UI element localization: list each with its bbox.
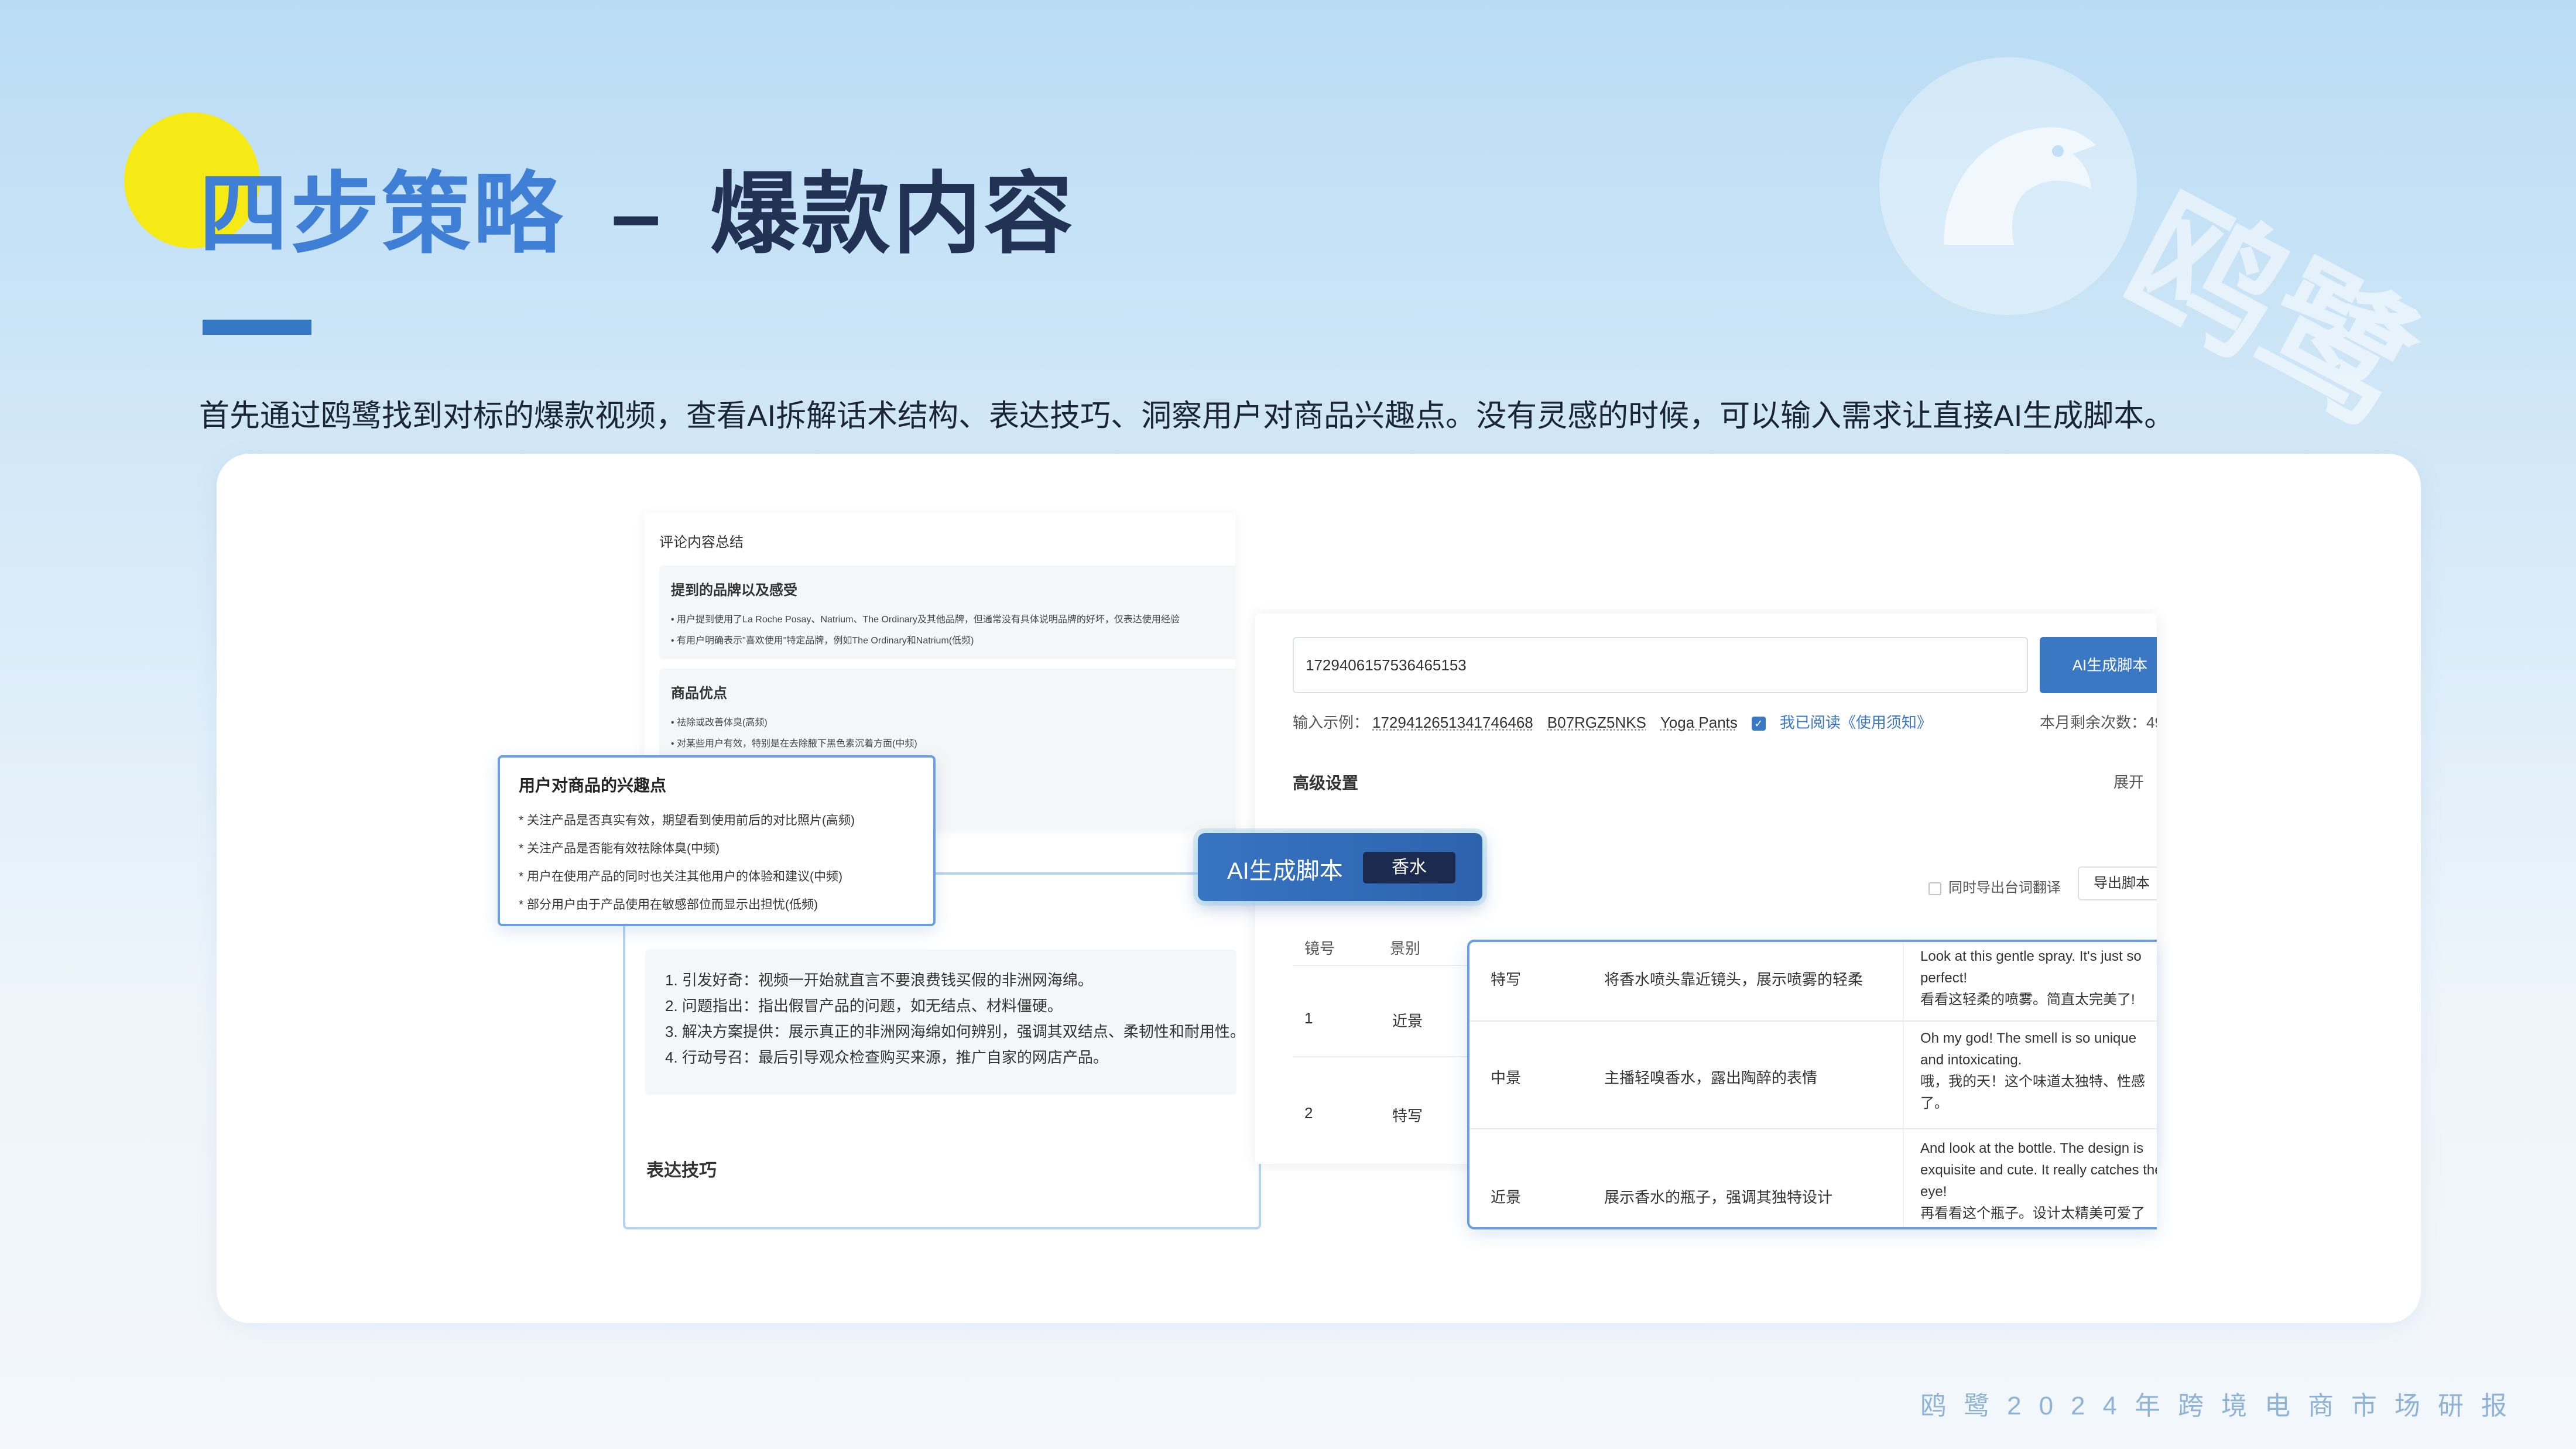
script-steps-box: 1. 引发好奇：视频一开始就直言不要浪费钱买假的非洲网海绵。 2. 问题指出：指… <box>645 950 1245 1095</box>
script-line: 看看这轻柔的喷雾。简直太完美了! <box>1920 992 2135 1008</box>
script-step: 2. 问题指出：指出假冒产品的问题，如无结点、材料僵硬。 <box>665 997 1063 1015</box>
script-cell: Oh my god! The smell is so unique and in… <box>1920 1027 2157 1114</box>
video-id-input[interactable] <box>1293 637 2028 693</box>
agree-checkbox[interactable]: ✓ <box>1751 717 1766 731</box>
row-shot-size: 近景 <box>1392 1012 1423 1030</box>
advanced-settings-label: 高级设置 <box>1293 774 1359 792</box>
script-cell: Look at this gentle spray. It's just so … <box>1920 946 2157 1010</box>
advantage-line: • 祛除或改善体臭(高频) <box>671 718 768 728</box>
script-line: Oh my god! The smell is so unique <box>1920 1030 2137 1046</box>
title-part2: 爆款内容 <box>710 165 1075 264</box>
column-header-shot-no: 镜号 <box>1304 940 1335 957</box>
interest-line: * 部分用户由于产品使用在敏感部位而显示出担忧(低频) <box>519 898 818 912</box>
remaining-count: 本月剩余次数：49 <box>2040 714 2157 731</box>
table-row: 近景 展示香水的瓶子，强调其独特设计 And look at the bottl… <box>1469 1129 2157 1227</box>
advantages-title: 商品优点 <box>671 686 727 701</box>
script-line: 哦，我的天！这个味道太独特、性感 <box>1920 1074 2145 1090</box>
interest-line: * 用户在使用产品的同时也关注其他用户的体验和建议(中频) <box>519 870 842 883</box>
ai-generate-badge[interactable]: AI生成脚本 香水 <box>1198 833 1482 901</box>
brands-box: 提到的品牌以及感受 • 用户提到使用了La Roche Posay、Natriu… <box>659 566 1235 659</box>
table-row: 特写 将香水喷头靠近镜头，展示喷雾的轻柔 Look at this gentle… <box>1469 942 2157 1020</box>
script-line: And look at the bottle. The design is <box>1920 1140 2144 1156</box>
expression-techniques-title: 表达技巧 <box>646 1161 717 1180</box>
user-interest-card: 用户对商品的兴趣点 * 关注产品是否真实有效，期望看到使用前后的对比照片(高频)… <box>498 755 936 926</box>
interest-title: 用户对商品的兴趣点 <box>519 776 667 794</box>
generated-script-table: 特写 将香水喷头靠近镜头，展示喷雾的轻柔 Look at this gentle… <box>1467 940 2157 1229</box>
description-cell: 主播轻嗅香水，露出陶醉的表情 <box>1604 1069 1818 1087</box>
row-number: 1 <box>1304 1009 1313 1027</box>
example-link[interactable]: Yoga Pants <box>1660 714 1738 731</box>
shot-size-cell: 特写 <box>1491 971 1522 988</box>
example-link[interactable]: 1729412651341746468 <box>1372 714 1533 731</box>
ai-badge-tag: 香水 <box>1363 852 1455 883</box>
brands-line: • 用户提到使用了La Roche Posay、Natrium、The Ordi… <box>671 615 1180 625</box>
export-script-button[interactable]: 导出脚本 <box>2078 866 2157 900</box>
script-line: and intoxicating. <box>1920 1052 2022 1068</box>
title-part1: 四步策略 <box>199 165 564 264</box>
script-line: 再看看这个瓶子。设计太精美可爱了 <box>1920 1205 2145 1221</box>
ai-generate-button[interactable]: AI生成脚本 <box>2040 637 2157 693</box>
script-step: 1. 引发好奇：视频一开始就直言不要浪费钱买假的非洲网海绵。 <box>665 971 1093 989</box>
comment-summary-heading: 评论内容总结 <box>659 535 744 550</box>
translate-label: 同时导出台词翻译 <box>1948 880 2061 896</box>
expand-link[interactable]: 展开 <box>2113 770 2144 792</box>
column-header-shot-size: 景别 <box>1390 940 1421 957</box>
page-subtitle: 首先通过鸥鹭找到对标的爆款视频，查看AI拆解话术结构、表达技巧、洞察用户对商品兴… <box>199 399 2175 433</box>
title-underline <box>203 320 311 335</box>
description-cell: 将香水喷头靠近镜头，展示喷雾的轻柔 <box>1604 971 1864 988</box>
shot-size-cell: 中景 <box>1491 1069 1522 1087</box>
advantage-line: • 对某些用户有效，特别是在去除腋下黑色素沉着方面(中频) <box>671 739 917 749</box>
translate-option[interactable]: 同时导出台词翻译 <box>1928 876 2061 896</box>
footer-report-title: 鸥鹭2024年跨境电商市场研报 <box>1920 1392 2524 1420</box>
title-dash: – <box>611 165 663 264</box>
script-line: 了。 <box>1920 1095 1948 1111</box>
agree-terms-link[interactable]: 我已阅读《使用须知》 <box>1780 714 1932 731</box>
brands-title: 提到的品牌以及感受 <box>671 583 797 598</box>
row-shot-size: 特写 <box>1392 1107 1423 1125</box>
script-line: eye! <box>1920 1184 1947 1200</box>
ai-badge-label: AI生成脚本 <box>1227 858 1343 884</box>
script-cell: And look at the bottle. The design is ex… <box>1920 1138 2157 1224</box>
translate-checkbox[interactable] <box>1928 882 1941 895</box>
examples-label: 输入示例： <box>1293 714 1369 731</box>
shot-size-cell: 近景 <box>1491 1188 1522 1206</box>
input-examples: 输入示例： 1729412651341746468 B07RGZ5NKS Yoga P… <box>1293 711 1946 732</box>
description-cell: 展示香水的瓶子，强调其独特设计 <box>1604 1188 1833 1206</box>
example-link[interactable]: B07RGZ5NKS <box>1547 714 1646 731</box>
table-row: 中景 主播轻嗅香水，露出陶醉的表情 Oh my god! The smell i… <box>1469 1022 2157 1128</box>
brands-line: • 有用户明确表示"喜欢使用"特定品牌，例如The Ordinary和Natri… <box>671 636 974 646</box>
row-number: 2 <box>1304 1104 1313 1122</box>
script-line: exquisite and cute. It really catches th… <box>1920 1162 2157 1178</box>
interest-line: * 关注产品是否真实有效，期望看到使用前后的对比照片(高频) <box>519 814 855 827</box>
eagle-logo-icon <box>1879 57 2137 315</box>
script-line: Look at this gentle spray. It's just so <box>1920 948 2142 964</box>
script-step: 4. 行动号召：最后引导观众检查购买来源，推广自家的网店产品。 <box>665 1049 1108 1066</box>
script-line: perfect! <box>1920 970 1968 986</box>
script-step: 3. 解决方案提供：展示真正的非洲网海绵如何辨别，强调其双结点、柔韧性和耐用性。 <box>665 1023 1245 1040</box>
interest-line: * 关注产品是否能有效祛除体臭(中频) <box>519 842 720 855</box>
page-title: 四步策略 – 爆款内容 <box>199 170 1075 259</box>
